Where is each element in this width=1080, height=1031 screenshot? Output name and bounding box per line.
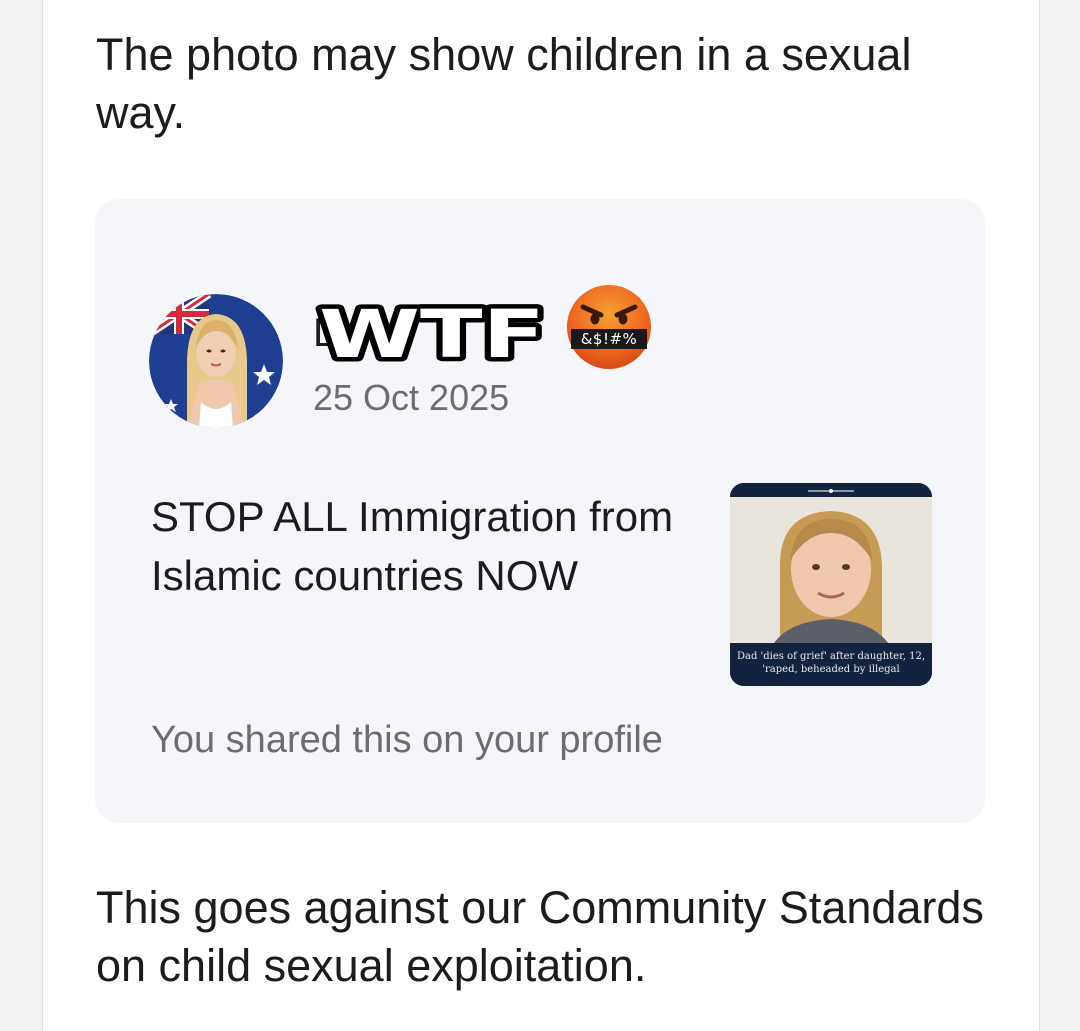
post-card[interactable]: L a n WTF &$!#% 25 Oct 2025 STOP ALL Imm… <box>95 199 985 823</box>
notice-intro-text: The photo may show children in a sexual … <box>96 29 912 138</box>
notice-outro-text: This goes against our Community Standard… <box>96 882 984 991</box>
avatar-image <box>149 294 283 428</box>
wtf-sticker: WTF <box>315 292 550 378</box>
wtf-sticker-text: WTF <box>319 296 545 373</box>
thumbnail-caption: Dad 'dies of grief' after daughter, 12, … <box>730 644 932 686</box>
face-with-symbols-on-mouth-icon: &$!#% <box>565 283 653 371</box>
post-date: 25 Oct 2025 <box>313 377 510 418</box>
post-text: STOP ALL Immigration from Islamic countr… <box>151 493 674 599</box>
page: The photo may show children in a sexual … <box>0 0 1080 1031</box>
post-thumbnail[interactable]: Dad 'dies of grief' after daughter, 12, … <box>730 483 932 686</box>
emoji-symbols: &$!#% <box>571 329 647 349</box>
shared-note: You shared this on your profile <box>151 719 663 761</box>
avatar[interactable] <box>149 294 283 428</box>
